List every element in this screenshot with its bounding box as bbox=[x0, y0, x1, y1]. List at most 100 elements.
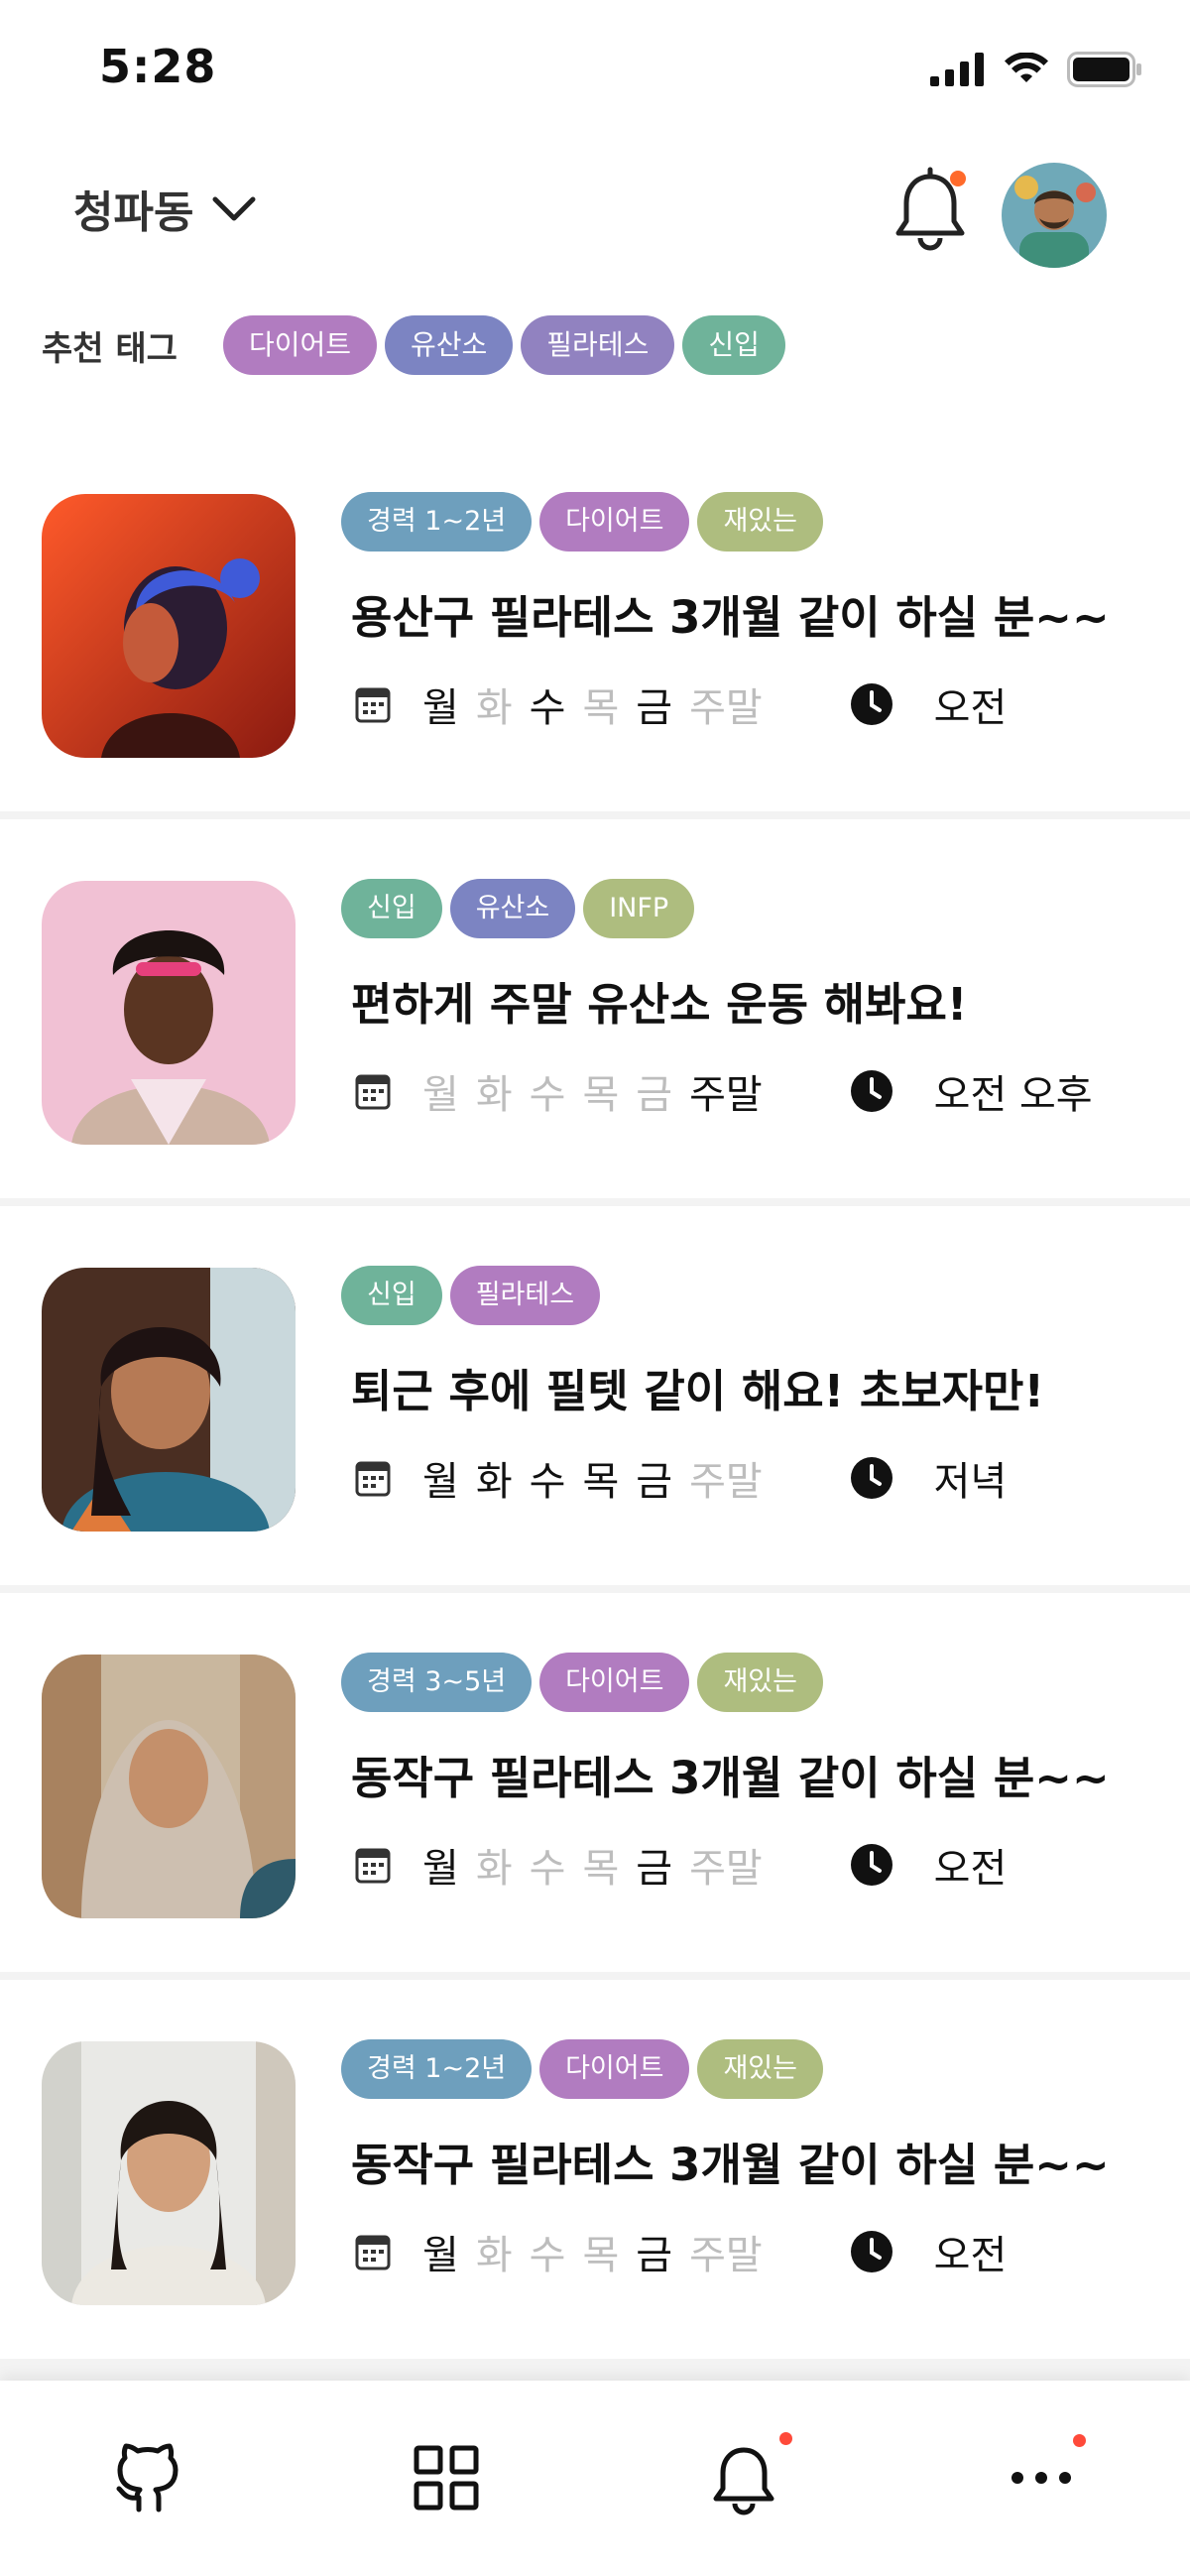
post-tag[interactable]: INFP bbox=[583, 879, 695, 938]
post-tag[interactable]: 경력 1~2년 bbox=[341, 492, 533, 552]
notification-badge bbox=[779, 2432, 792, 2445]
post-title: 퇴근 후에 필텟 같이 해요! 초보자만! bbox=[351, 1365, 1044, 1417]
calendar-icon bbox=[355, 1848, 391, 1884]
bell-icon bbox=[713, 2447, 774, 2515]
post-tag[interactable]: 다이어트 bbox=[539, 492, 690, 552]
recommended-tags: 추천 태그 다이어트 유산소 필라테스 신입 bbox=[42, 315, 793, 375]
day-thu: 목 bbox=[582, 1072, 620, 1118]
day-weekend: 주말 bbox=[689, 1459, 763, 1505]
day-thu: 목 bbox=[582, 685, 620, 731]
post-card[interactable]: 경력 1~2년 다이어트 재있는 용산구 필라테스 3개월 같이 하실 분~~ … bbox=[0, 432, 1190, 811]
status-time: 5:28 bbox=[99, 40, 217, 93]
day-thu: 목 bbox=[582, 1459, 620, 1505]
post-time: 저녁 bbox=[933, 1459, 1008, 1505]
post-schedule: 월 화 수 목 금 주말 오전 bbox=[353, 2224, 1007, 2279]
day-wed: 수 bbox=[529, 2233, 566, 2278]
notification-badge bbox=[950, 171, 966, 186]
post-tag[interactable]: 다이어트 bbox=[539, 2039, 690, 2099]
post-tags: 신입 필라테스 bbox=[341, 1266, 608, 1325]
post-card[interactable]: 신입 유산소 INFP 편하게 주말 유산소 운동 해봐요! 월 화 수 목 금… bbox=[0, 819, 1190, 1198]
day-fri: 금 bbox=[636, 1459, 673, 1505]
post-title: 동작구 필라테스 3개월 같이 하실 분~~ bbox=[351, 2139, 1110, 2191]
day-fri: 금 bbox=[636, 1846, 673, 1892]
recommended-tag[interactable]: 필라테스 bbox=[521, 315, 675, 375]
day-wed: 수 bbox=[529, 1459, 566, 1505]
day-tue: 화 bbox=[475, 685, 513, 731]
grid-icon bbox=[414, 2445, 479, 2511]
recommended-tag[interactable]: 다이어트 bbox=[222, 315, 378, 375]
more-icon bbox=[1012, 2472, 1071, 2484]
calendar-icon bbox=[355, 687, 391, 723]
post-time: 오전 bbox=[933, 1846, 1008, 1892]
post-title: 동작구 필라테스 3개월 같이 하실 분~~ bbox=[351, 1752, 1110, 1804]
day-wed: 수 bbox=[529, 1846, 566, 1892]
day-weekend: 주말 bbox=[689, 1072, 763, 1118]
status-bar: 5:28 bbox=[0, 0, 1190, 139]
day-weekend: 주말 bbox=[689, 685, 763, 731]
clock-icon bbox=[850, 2231, 892, 2272]
post-thumbnail bbox=[42, 1268, 296, 1532]
post-card[interactable]: 경력 3~5년 다이어트 재있는 동작구 필라테스 3개월 같이 하실 분~~ … bbox=[0, 1593, 1190, 1972]
post-schedule: 월 화 수 목 금 주말 저녁 bbox=[353, 1450, 1007, 1506]
post-time: 오전 오후 bbox=[933, 1072, 1093, 1118]
post-tag[interactable]: 재있는 bbox=[697, 2039, 823, 2099]
status-icons bbox=[930, 52, 1142, 87]
post-schedule: 월 화 수 목 금 주말 오전 오후 bbox=[353, 1063, 1093, 1119]
post-thumbnail bbox=[42, 1655, 296, 1918]
post-time: 오전 bbox=[933, 685, 1008, 731]
post-tag[interactable]: 재있는 bbox=[697, 492, 823, 552]
recommended-tag[interactable]: 유산소 bbox=[385, 315, 514, 375]
notification-button[interactable] bbox=[889, 165, 972, 254]
day-weekend: 주말 bbox=[689, 1846, 763, 1892]
day-tue: 화 bbox=[475, 1846, 513, 1892]
post-list: 경력 1~2년 다이어트 재있는 용산구 필라테스 3개월 같이 하실 분~~ … bbox=[0, 432, 1190, 2381]
signal-icon bbox=[930, 53, 984, 86]
calendar-icon bbox=[355, 1461, 391, 1497]
location-selector[interactable]: 청파동 bbox=[73, 177, 257, 240]
post-schedule: 월 화 수 목 금 주말 오전 bbox=[353, 676, 1007, 732]
post-tags: 경력 3~5년 다이어트 재있는 bbox=[341, 1653, 831, 1712]
day-mon: 월 bbox=[422, 1459, 459, 1505]
location-label: 청파동 bbox=[73, 187, 194, 238]
day-tue: 화 bbox=[475, 1459, 513, 1505]
day-mon: 월 bbox=[422, 1846, 459, 1892]
avatar[interactable] bbox=[1002, 163, 1107, 268]
nav-github[interactable] bbox=[109, 2438, 188, 2517]
clock-icon bbox=[850, 1844, 892, 1886]
post-schedule: 월 화 수 목 금 주말 오전 bbox=[353, 1837, 1007, 1893]
recommended-tag[interactable]: 신입 bbox=[682, 315, 785, 375]
day-tue: 화 bbox=[475, 1072, 513, 1118]
post-tag[interactable]: 경력 3~5년 bbox=[341, 1653, 533, 1712]
recommended-title: 추천 태그 bbox=[42, 328, 178, 369]
post-tag[interactable]: 다이어트 bbox=[539, 1653, 690, 1712]
post-thumbnail bbox=[42, 881, 296, 1145]
post-tags: 경력 1~2년 다이어트 재있는 bbox=[341, 492, 831, 552]
clock-icon bbox=[850, 1457, 892, 1499]
post-tag[interactable]: 재있는 bbox=[697, 1653, 823, 1712]
day-mon: 월 bbox=[422, 1072, 459, 1118]
calendar-icon bbox=[355, 2235, 391, 2270]
notification-badge bbox=[1073, 2434, 1086, 2447]
day-thu: 목 bbox=[582, 2233, 620, 2278]
bottom-nav bbox=[0, 2381, 1190, 2576]
day-weekend: 주말 bbox=[689, 2233, 763, 2278]
post-tag[interactable]: 신입 bbox=[341, 879, 442, 938]
post-tags: 신입 유산소 INFP bbox=[341, 879, 702, 938]
post-tag[interactable]: 신입 bbox=[341, 1266, 442, 1325]
nav-grid[interactable] bbox=[407, 2438, 486, 2517]
clock-icon bbox=[850, 683, 892, 725]
post-thumbnail bbox=[42, 2041, 296, 2305]
post-tag[interactable]: 필라테스 bbox=[449, 1266, 601, 1325]
day-thu: 목 bbox=[582, 1846, 620, 1892]
day-wed: 수 bbox=[529, 1072, 566, 1118]
day-fri: 금 bbox=[636, 2233, 673, 2278]
post-tag[interactable]: 유산소 bbox=[449, 879, 576, 938]
post-title: 용산구 필라테스 3개월 같이 하실 분~~ bbox=[351, 591, 1110, 644]
post-title: 편하게 주말 유산소 운동 해봐요! bbox=[351, 978, 968, 1031]
nav-more[interactable] bbox=[1002, 2434, 1086, 2517]
clock-icon bbox=[850, 1070, 892, 1112]
post-card[interactable]: 경력 1~2년 다이어트 재있는 동작구 필라테스 3개월 같이 하실 분~~ … bbox=[0, 1980, 1190, 2359]
nav-notifications[interactable] bbox=[704, 2432, 792, 2517]
post-card[interactable]: 신입 필라테스 퇴근 후에 필텟 같이 해요! 초보자만! 월 화 수 목 금 … bbox=[0, 1206, 1190, 1585]
post-tag[interactable]: 경력 1~2년 bbox=[341, 2039, 533, 2099]
